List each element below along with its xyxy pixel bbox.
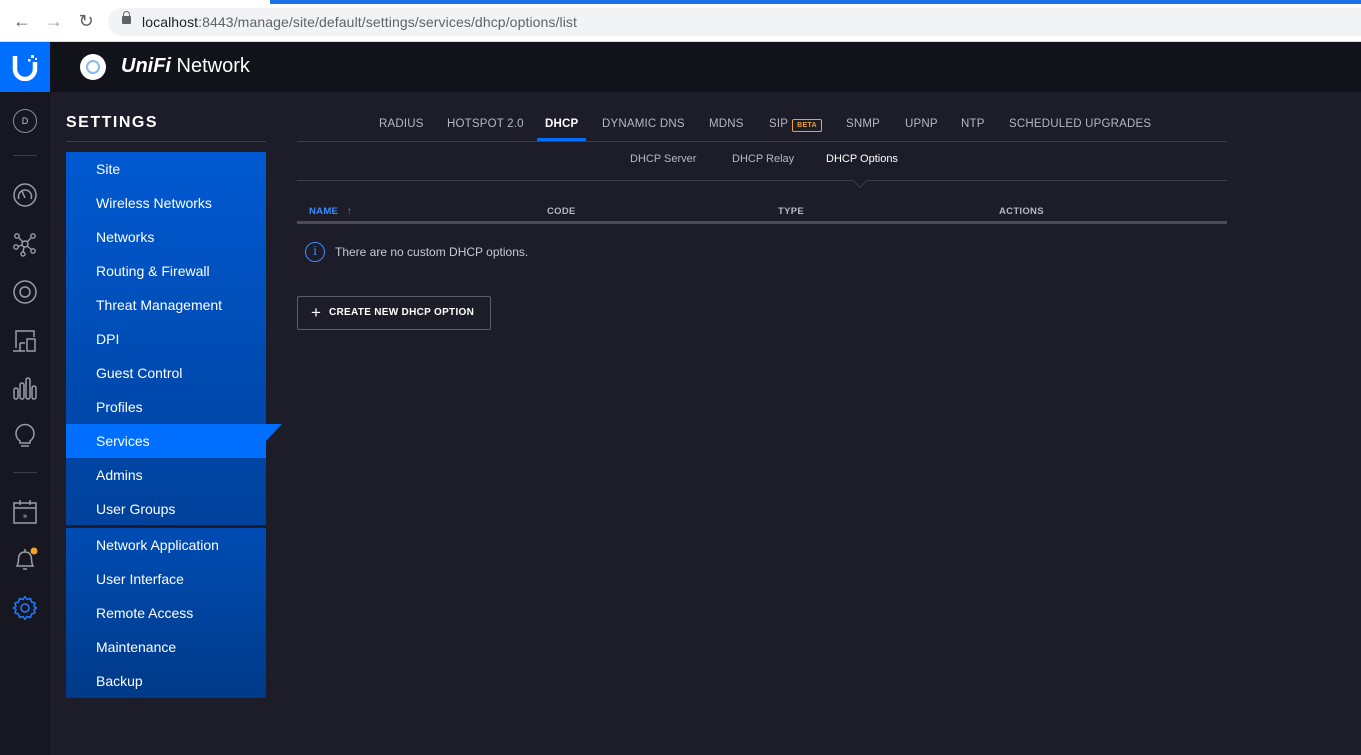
active-menu-pointer [266,424,282,441]
tab-snmp[interactable]: SNMP [846,118,880,130]
menu-item-routing-firewall[interactable]: Routing & Firewall [66,254,266,288]
tab-ntp[interactable]: NTP [961,118,985,130]
tab-hotspot[interactable]: HOTSPOT 2.0 [447,118,524,130]
menu-item-network-application[interactable]: Network Application [66,528,266,562]
url-host: localhost [142,14,199,30]
menu-item-services[interactable]: Services [66,424,266,458]
menu-item-profiles[interactable]: Profiles [66,390,266,424]
tab-sip[interactable]: SIP [769,118,788,130]
brand-network: Network [171,55,250,77]
empty-state-text: There are no custom DHCP options. [335,245,529,259]
services-tabs: RADIUS HOTSPOT 2.0 DHCP DYNAMIC DNS MDNS… [297,110,1227,142]
tab-scheduled-upgrades[interactable]: SCHEDULED UPGRADES [1009,118,1151,130]
active-tab-indicator [537,138,586,141]
create-dhcp-option-button[interactable]: + CREATE NEW DHCP OPTION [297,296,491,330]
rail-divider [13,155,37,156]
icon-rail: D * [0,92,50,755]
menu-item-networks[interactable]: Networks [66,220,266,254]
url-text[interactable]: localhost:8443/manage/site/default/setti… [142,14,577,30]
alerts-bell-icon[interactable] [12,547,38,573]
dashboard-icon[interactable] [12,182,38,208]
menu-item-guest-control[interactable]: Guest Control [66,356,266,390]
menu-item-remote-access[interactable]: Remote Access [66,596,266,630]
beta-badge: BETA [792,119,822,132]
subtab-dhcp-relay[interactable]: DHCP Relay [732,153,794,165]
site-avatar[interactable]: D [13,109,37,133]
ubiquiti-u-icon [12,55,38,81]
reload-icon[interactable]: ↻ [76,11,96,31]
unifi-network-app-icon [80,54,106,80]
brand-name: UniFi Network [121,55,250,78]
back-arrow-icon[interactable]: ← [12,11,32,31]
alert-dot [30,547,38,555]
browser-toolbar: ← → ↻ localhost:8443/manage/site/default… [0,0,1361,42]
statistics-icon[interactable] [12,375,38,401]
subtab-dhcp-options[interactable]: DHCP Options [826,153,898,165]
settings-menu-primary: Site Wireless Networks Networks Routing … [66,152,266,525]
settings-title-divider [66,141,266,142]
menu-item-user-groups[interactable]: User Groups [66,492,266,526]
svg-text:*: * [23,513,28,524]
menu-item-dpi[interactable]: DPI [66,322,266,356]
settings-title: SETTINGS [66,114,159,131]
subtab-dhcp-server[interactable]: DHCP Server [630,153,696,165]
tab-dhcp[interactable]: DHCP [545,118,578,130]
tab-mdns[interactable]: MDNS [709,118,744,130]
menu-item-site[interactable]: Site [66,152,266,186]
menu-item-user-interface[interactable]: User Interface [66,562,266,596]
app-header: UniFi Network [0,42,1361,92]
clients-icon[interactable] [12,328,38,354]
lock-icon[interactable] [122,11,131,24]
column-header-name[interactable]: NAME ↑ [309,206,352,217]
settings-gear-icon[interactable] [12,595,38,621]
address-bar[interactable]: localhost:8443/manage/site/default/setti… [108,8,1361,36]
tab-radius[interactable]: RADIUS [379,118,424,130]
create-dhcp-option-label: CREATE NEW DHCP OPTION [329,307,475,318]
options-table-header: NAME ↑ CODE TYPE ACTIONS [297,201,1227,224]
insights-lightbulb-icon[interactable] [12,423,38,449]
dhcp-subtabs: DHCP Server DHCP Relay DHCP Options [297,148,1227,181]
rail-divider [13,472,37,473]
events-calendar-icon[interactable]: * [12,499,38,525]
url-path: :8443/manage/site/default/settings/servi… [198,14,578,30]
menu-item-wireless-networks[interactable]: Wireless Networks [66,186,266,220]
column-name-label: NAME [309,206,339,217]
sort-ascending-icon: ↑ [347,206,353,217]
ubiquiti-logo-button[interactable] [0,42,50,92]
topology-icon[interactable] [12,231,38,257]
plus-icon: + [311,303,321,322]
tab-dynamic-dns[interactable]: DYNAMIC DNS [602,118,685,130]
devices-icon[interactable] [12,279,38,305]
column-header-code[interactable]: CODE [547,206,576,217]
menu-item-maintenance[interactable]: Maintenance [66,630,266,664]
info-icon: i [305,242,325,262]
brand-unifi: UniFi [121,55,171,77]
tab-upnp[interactable]: UPNP [905,118,938,130]
page-load-progress [270,0,1361,4]
menu-item-admins[interactable]: Admins [66,458,266,492]
settings-menu-secondary: Network Application User Interface Remot… [66,528,266,698]
menu-item-threat-management[interactable]: Threat Management [66,288,266,322]
forward-arrow-icon[interactable]: → [44,11,64,31]
column-header-actions: ACTIONS [999,206,1044,217]
menu-item-backup[interactable]: Backup [66,664,266,698]
column-header-type[interactable]: TYPE [778,206,804,217]
